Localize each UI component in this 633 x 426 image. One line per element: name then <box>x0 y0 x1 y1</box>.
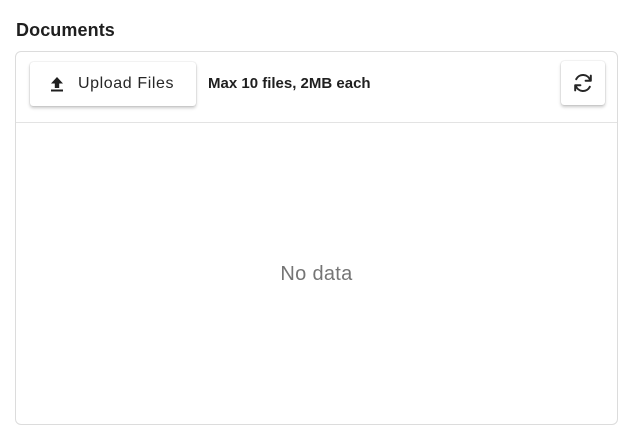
documents-panel: Upload Files Max 10 files, 2MB each No d… <box>15 51 618 425</box>
documents-section: Documents Upload Files Max 10 files, 2MB… <box>0 0 633 426</box>
empty-state-text: No data <box>280 262 353 285</box>
empty-state: No data <box>16 124 617 424</box>
upload-icon <box>50 76 64 92</box>
upload-files-label: Upload Files <box>78 75 175 92</box>
documents-toolbar: Upload Files Max 10 files, 2MB each <box>16 52 617 123</box>
upload-files-button[interactable]: Upload Files <box>30 62 196 106</box>
section-title: Documents <box>16 20 115 40</box>
refresh-button[interactable] <box>561 61 605 105</box>
upload-limit-text: Max 10 files, 2MB each <box>208 75 371 92</box>
refresh-icon <box>572 72 594 94</box>
